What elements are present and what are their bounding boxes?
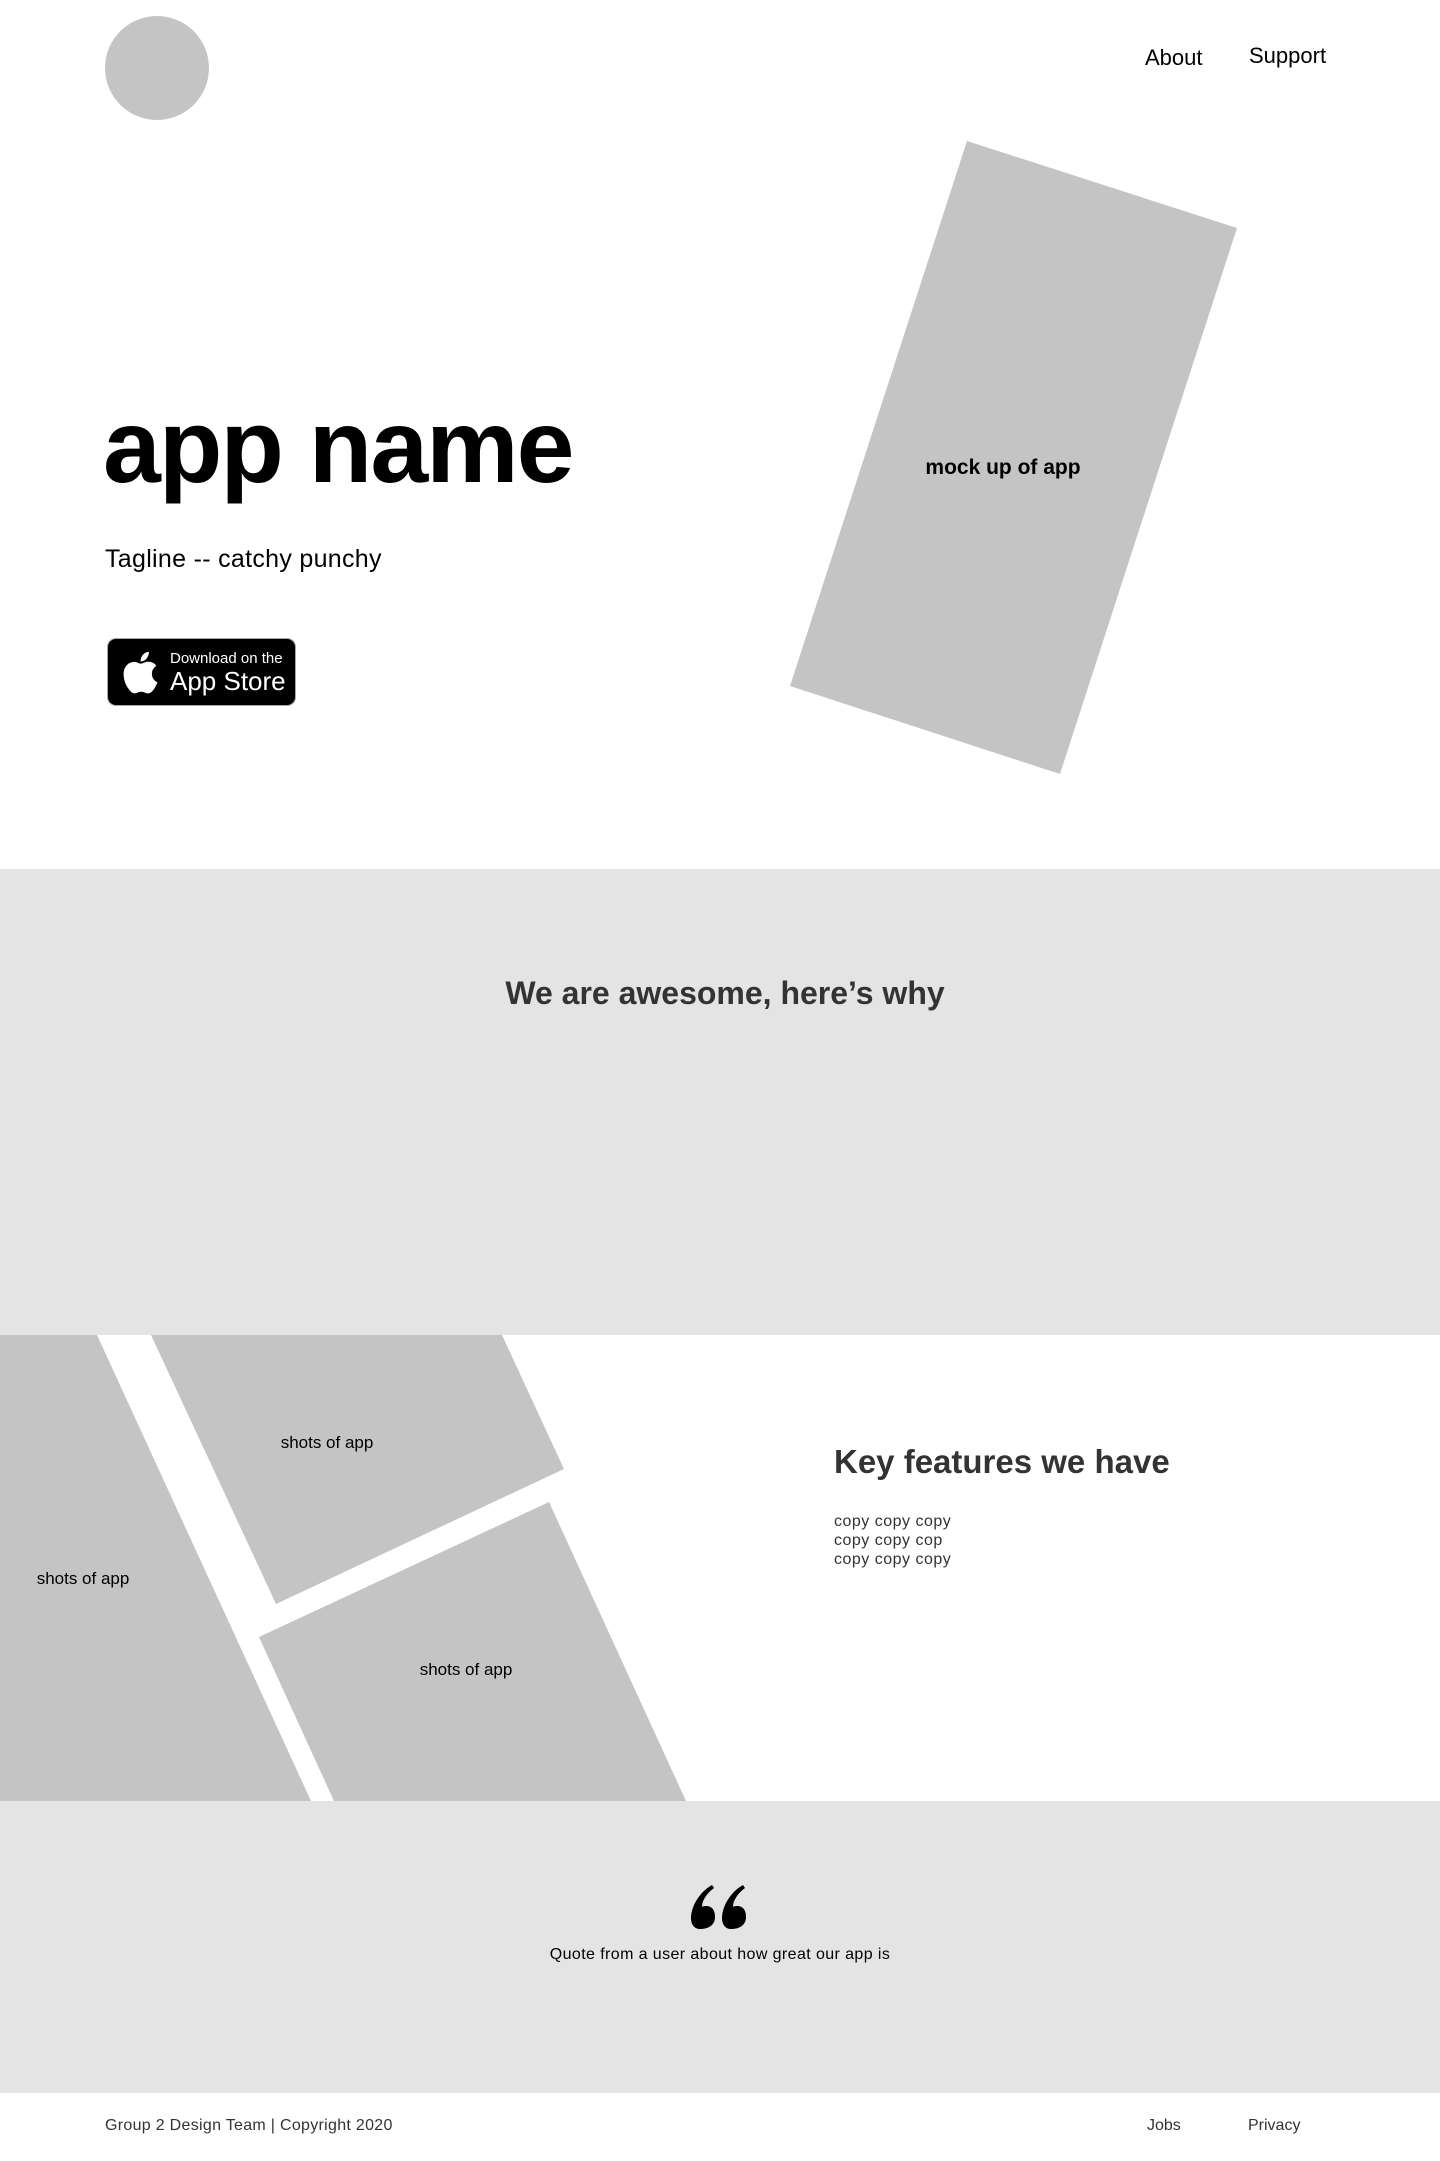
- footer-jobs-link[interactable]: Jobs: [1147, 2117, 1181, 2135]
- app-store-big-text: App Store: [170, 665, 286, 696]
- nav-support-link[interactable]: Support: [1249, 43, 1326, 69]
- apple-icon: [123, 651, 158, 694]
- why-section: [0, 869, 1440, 1335]
- app-mockup: mock up of app: [790, 141, 1237, 774]
- app-shot-2-label: shots of app: [281, 1433, 374, 1452]
- app-shots-collage: shots of app shots of app shots of app: [0, 1335, 686, 1801]
- logo-placeholder[interactable]: [105, 16, 209, 120]
- footer-copyright: Group 2 Design Team | Copyright 2020: [105, 2117, 393, 2134]
- features-copy-line: copy copy copy: [834, 1513, 952, 1530]
- app-shot-1-label: shots of app: [37, 1569, 130, 1588]
- features-title: Key features we have: [834, 1443, 1170, 1480]
- app-store-button[interactable]: Download on the App Store: [107, 638, 296, 706]
- features-copy-line: copy copy copy: [834, 1551, 952, 1568]
- app-store-small-text: Download on the: [170, 649, 283, 667]
- why-title: We are awesome, here’s why: [505, 975, 945, 1011]
- app-name-title: app name: [103, 389, 574, 505]
- footer-privacy-link[interactable]: Privacy: [1248, 2117, 1300, 2135]
- quote-icon: [691, 1885, 746, 1929]
- app-shot-3-label: shots of app: [420, 1660, 513, 1679]
- features-copy-line: copy copy cop: [834, 1532, 943, 1549]
- testimonial-quote: Quote from a user about how great our ap…: [549, 1946, 891, 1963]
- nav-about-link[interactable]: About: [1145, 45, 1203, 71]
- tagline: Tagline -- catchy punchy: [105, 545, 382, 573]
- mockup-label: mock up of app: [925, 456, 1080, 479]
